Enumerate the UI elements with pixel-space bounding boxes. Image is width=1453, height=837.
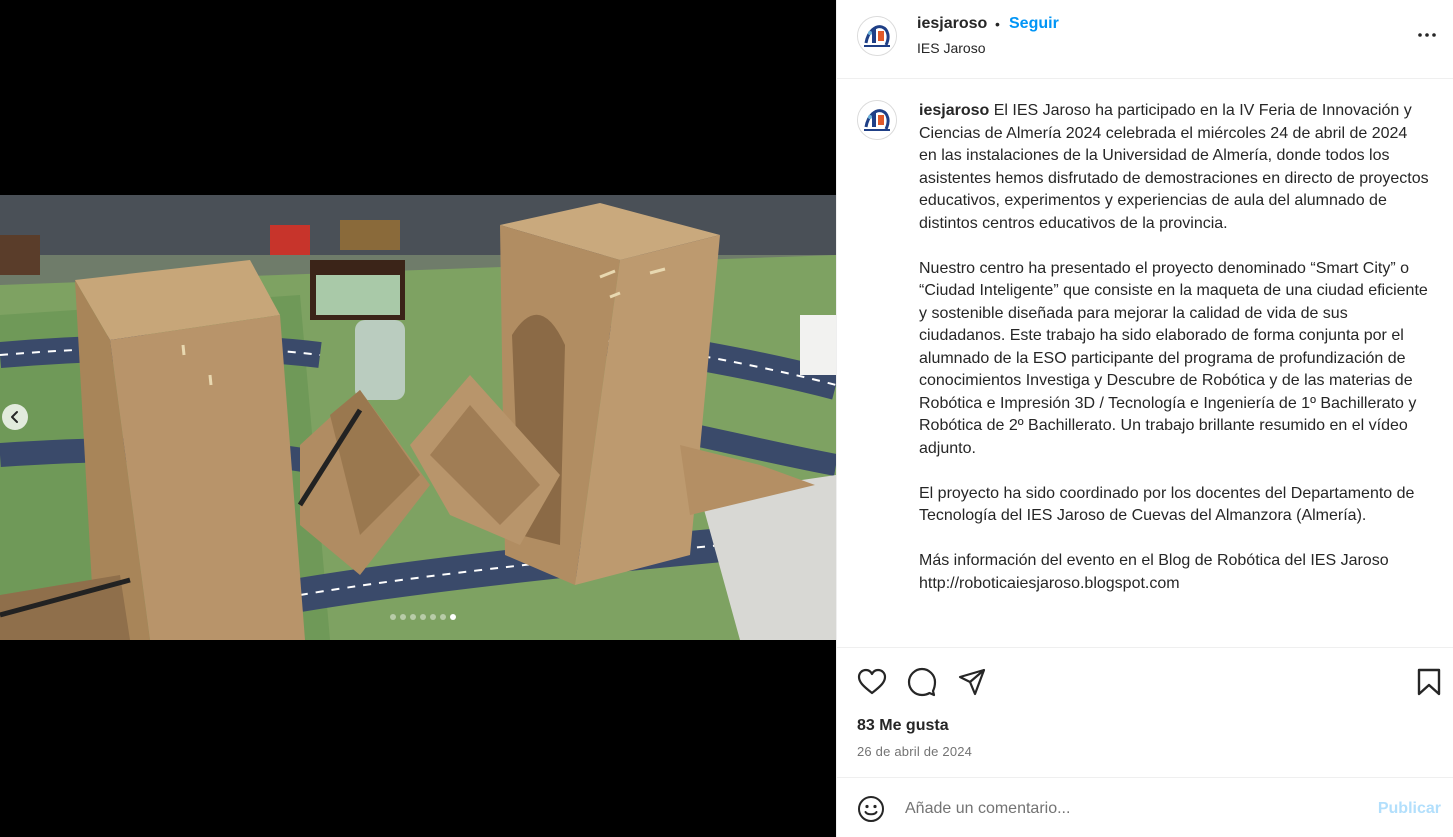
profile-logo-icon	[858, 17, 896, 55]
avatar[interactable]	[857, 16, 897, 56]
publish-button[interactable]: Publicar	[1378, 800, 1441, 818]
post-actions: 83 Me gusta 26 de abril de 2024	[837, 647, 1453, 777]
caption-avatar[interactable]	[857, 100, 897, 140]
comment-input[interactable]	[905, 796, 1345, 822]
emoji-icon	[858, 796, 884, 822]
post-caption: iesjaroso El IES Jaroso ha participado e…	[919, 100, 1429, 618]
share-icon	[958, 668, 986, 696]
carousel-dot	[430, 614, 436, 620]
like-button[interactable]	[857, 667, 887, 697]
likes-count[interactable]: 83 Me gusta	[857, 717, 949, 735]
carousel-indicator	[0, 614, 836, 620]
header-username[interactable]: iesjaroso	[917, 15, 987, 33]
comment-icon	[907, 667, 937, 697]
post-viewer: iesjaroso • Seguir IES Jaroso iesjaroso …	[0, 0, 1453, 837]
profile-logo-icon	[858, 101, 896, 139]
save-button[interactable]	[1414, 667, 1444, 697]
post-side-panel: iesjaroso • Seguir IES Jaroso iesjaroso …	[836, 0, 1453, 837]
post-media	[0, 0, 836, 837]
header-subtitle: IES Jaroso	[917, 40, 986, 56]
carousel-dot-active	[450, 614, 456, 620]
more-horizontal-icon	[1418, 33, 1436, 37]
caption-paragraph: Nuestro centro ha presentado el proyecto…	[919, 259, 1433, 457]
caption-paragraph: iesjaroso El IES Jaroso ha participado e…	[919, 100, 1429, 235]
chevron-left-icon	[11, 411, 18, 423]
cardboard-bridge-photo	[0, 195, 836, 640]
caption-paragraph: El proyecto ha sido coordinado por los d…	[919, 484, 1419, 525]
carousel-dot	[440, 614, 446, 620]
header-separator: •	[995, 16, 1000, 32]
caption-username[interactable]: iesjaroso	[919, 102, 989, 119]
more-options-button[interactable]	[1415, 22, 1439, 46]
post-photo[interactable]	[0, 195, 836, 640]
carousel-dot	[410, 614, 416, 620]
share-button[interactable]	[957, 667, 987, 697]
comment-button[interactable]	[907, 667, 937, 697]
caption-paragraph: Más información del evento en el Blog de…	[919, 552, 1394, 592]
follow-button[interactable]: Seguir	[1009, 15, 1059, 33]
comment-bar: Publicar	[837, 777, 1453, 837]
carousel-dot	[400, 614, 406, 620]
previous-slide-button[interactable]	[2, 404, 28, 430]
heart-icon	[857, 668, 887, 695]
post-date: 26 de abril de 2024	[857, 744, 973, 759]
caption-text: El IES Jaroso ha participado en la IV Fe…	[919, 102, 1434, 232]
bookmark-icon	[1417, 668, 1441, 696]
carousel-dot	[390, 614, 396, 620]
emoji-button[interactable]	[857, 795, 885, 823]
caption-section: iesjaroso El IES Jaroso ha participado e…	[837, 79, 1453, 647]
carousel-dot	[420, 614, 426, 620]
post-header: iesjaroso • Seguir IES Jaroso	[837, 0, 1453, 79]
